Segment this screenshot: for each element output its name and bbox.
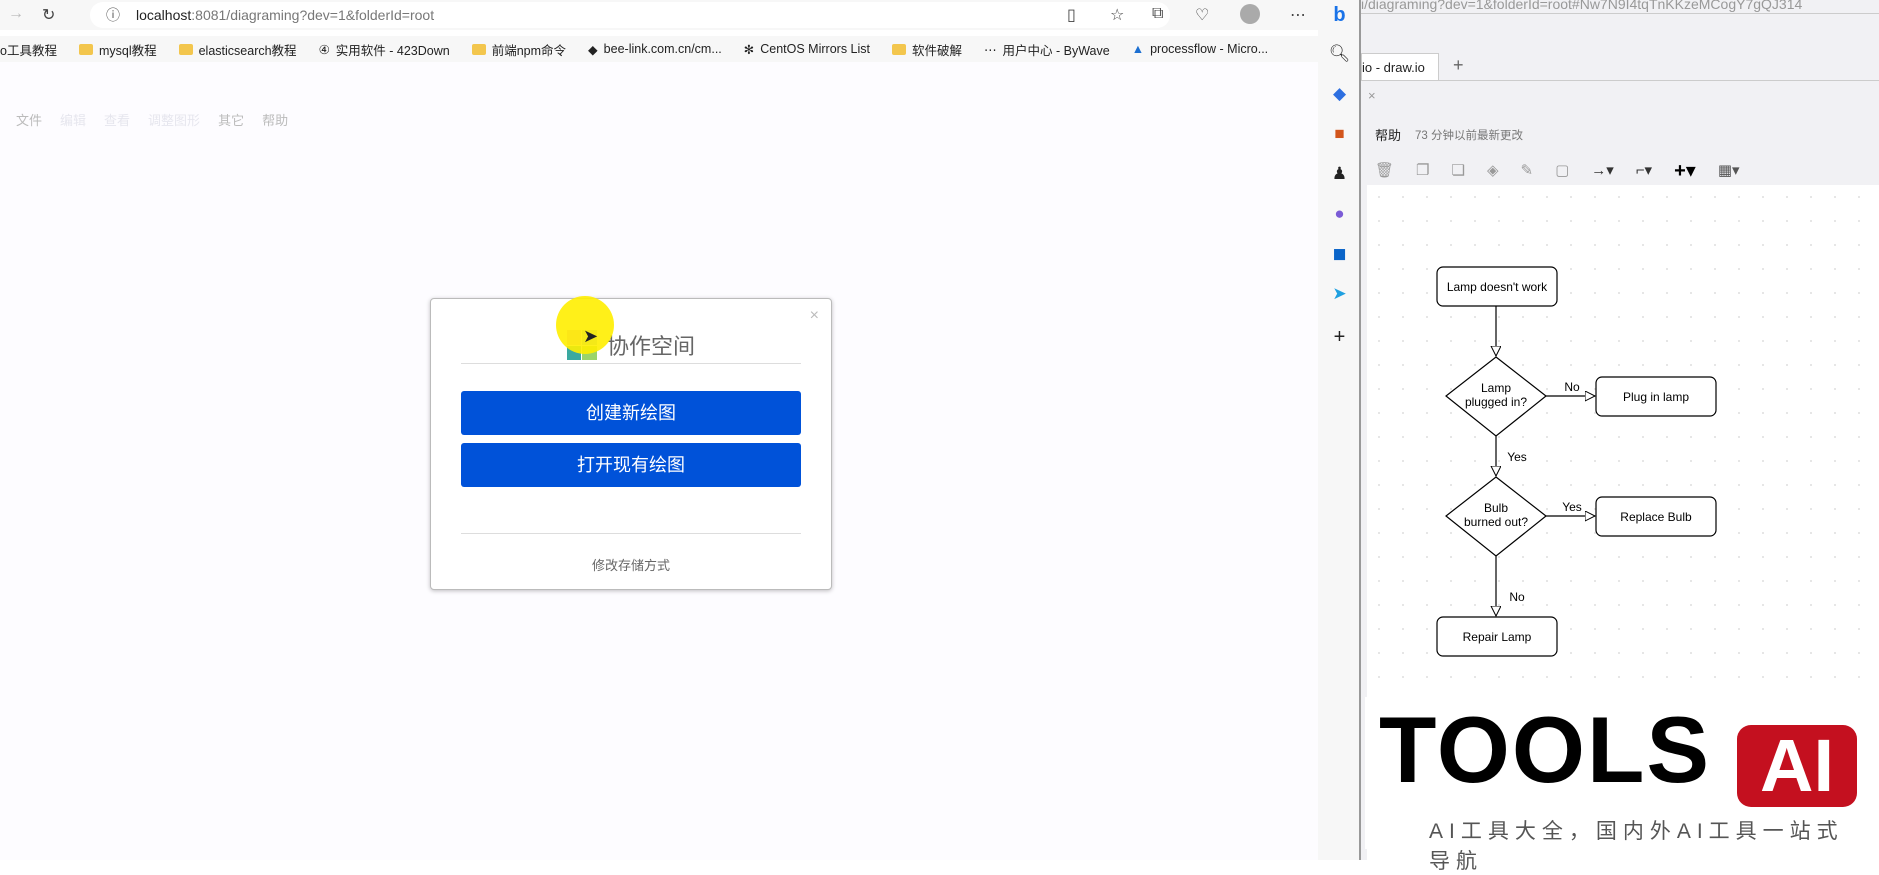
bookmark-label: CentOS Mirrors List [760, 42, 870, 56]
node-label: plugged in? [1465, 395, 1527, 409]
edge-label: Yes [1507, 450, 1527, 464]
mouse-cursor-icon: ➤ [583, 326, 599, 346]
favorites-icon[interactable]: ☆ [1110, 5, 1124, 25]
dialog-title-text: 协作空间 [606, 334, 695, 359]
bookmark-label: processflow - Micro... [1150, 42, 1269, 56]
outlook-icon[interactable]: ◼ [1318, 244, 1361, 264]
menu-edit[interactable]: 编辑 [60, 110, 86, 129]
folder-icon [892, 43, 906, 55]
info-icon[interactable]: ⓘ [106, 2, 120, 28]
more-icon[interactable]: ⋯ [1290, 5, 1306, 25]
close-button[interactable]: × [810, 307, 819, 325]
menu-arrange[interactable]: 调整图形 [148, 110, 200, 129]
open-diagram-button[interactable]: 打开现有绘图 [461, 443, 801, 487]
azure-icon: ▲ [1131, 42, 1145, 56]
bookmark-label: 软件破解 [912, 43, 963, 58]
collections-icon[interactable]: ⧉ [1152, 5, 1163, 23]
bookmark-label: o工具教程 [0, 43, 57, 58]
divider [461, 533, 801, 534]
send-icon[interactable]: ➤ [1318, 284, 1361, 304]
search-icon[interactable]: 🔍︎ [1318, 44, 1361, 64]
bookmark[interactable]: ▲ processflow - Micro... [1132, 42, 1268, 56]
bookmark[interactable]: ⋯ 用户中心 - ByWave [984, 40, 1110, 59]
tag-icon[interactable]: ◆ [1318, 84, 1361, 104]
node-label: Plug in lamp [1623, 390, 1689, 404]
bookmark-label: elasticsearch教程 [198, 43, 297, 58]
browser-toolbar: → ↻ ⓘ localhost:8081/diagraming?dev=1&fo… [0, 0, 1318, 30]
site-icon: ⋯ [984, 42, 997, 57]
create-diagram-button[interactable]: 创建新绘图 [461, 391, 801, 435]
site-icon: ◆ [588, 42, 598, 57]
edge-label: No [1564, 380, 1580, 394]
edge-sidebar: b 🔍︎ ◆ ■ ♟ ● ◼ ➤ + [1318, 0, 1361, 860]
menu-view[interactable]: 查看 [104, 110, 130, 129]
split-screen-icon[interactable]: ▯ [1067, 5, 1076, 25]
bookmark[interactable]: 软件破解 [892, 40, 962, 59]
bookmark[interactable]: mysql教程 [78, 40, 157, 59]
app-menu: 文件 编辑 查看 调整图形 其它 帮助 [16, 110, 288, 129]
bookmark-label: 用户中心 - ByWave [1002, 43, 1110, 58]
health-icon[interactable]: ♡ [1195, 5, 1209, 25]
node-label: burned out? [1464, 515, 1528, 529]
tools-ai-watermark: TOOLS AI AI工具大全，国内外AI工具一站式导航 [1365, 697, 1867, 873]
folder-icon [78, 43, 93, 55]
bookmark[interactable]: ④ 实用软件 - 423Down [319, 40, 450, 59]
workspace-dialog: × 协作空间 创建新绘图 打开现有绘图 修改存储方式 [430, 298, 832, 590]
change-storage-link[interactable]: 修改存储方式 [431, 555, 831, 574]
watermark-tagline: AI工具大全，国内外AI工具一站式导航 [1429, 820, 1844, 873]
url-host: localhost [136, 7, 192, 23]
bookmark[interactable]: ◆ bee-link.com.cn/cm... [588, 42, 722, 57]
node-label: Lamp [1481, 381, 1511, 395]
node-label: Repair Lamp [1463, 630, 1532, 644]
site-icon: ④ [318, 42, 330, 57]
folder-icon [471, 43, 486, 55]
bing-icon[interactable]: b [1318, 4, 1361, 27]
address-bar[interactable]: ⓘ localhost:8081/diagraming?dev=1&folder… [90, 2, 1170, 28]
divider [461, 363, 801, 364]
edge-label: Yes [1562, 500, 1582, 514]
watermark-brand: TOOLS [1379, 697, 1712, 802]
refresh-icon[interactable]: ↻ [42, 5, 55, 25]
menu-help[interactable]: 帮助 [262, 110, 288, 129]
bookmark-label: 实用软件 - 423Down [335, 43, 450, 58]
menu-file[interactable]: 文件 [16, 110, 42, 129]
url-path: :8081/diagraming?dev=1&folderId=root [191, 7, 435, 23]
dialog-title: 协作空间 [431, 329, 831, 361]
forward-icon[interactable]: → [8, 5, 24, 23]
bookmark[interactable]: elasticsearch教程 [178, 40, 297, 59]
bookmark-label: mysql教程 [98, 43, 157, 58]
copilot-icon[interactable]: ● [1318, 204, 1361, 224]
avatar[interactable] [1240, 4, 1260, 24]
centos-icon: ✻ [743, 42, 755, 57]
add-icon[interactable]: + [1318, 326, 1361, 349]
bookmark[interactable]: o工具教程 [0, 40, 57, 59]
node-label: Bulb [1484, 501, 1508, 515]
folder-icon [178, 43, 193, 55]
bookmark-label: bee-link.com.cn/cm... [603, 42, 722, 56]
bookmark[interactable]: ✻ CentOS Mirrors List [744, 42, 870, 57]
menu-extras[interactable]: 其它 [218, 110, 244, 129]
node-label: Lamp doesn't work [1447, 280, 1548, 294]
node-label: Replace Bulb [1620, 510, 1692, 524]
toolbox-icon[interactable]: ■ [1318, 124, 1361, 144]
edge-label: No [1509, 590, 1525, 604]
bookmark[interactable]: 前端npm命令 [471, 40, 567, 59]
watermark-badge: AI [1737, 725, 1857, 807]
chess-icon[interactable]: ♟ [1318, 164, 1361, 184]
bookmark-label: 前端npm命令 [491, 43, 567, 58]
bookmarks-bar: o工具教程 mysql教程 elasticsearch教程 ④ 实用软件 - 42… [0, 36, 1344, 62]
